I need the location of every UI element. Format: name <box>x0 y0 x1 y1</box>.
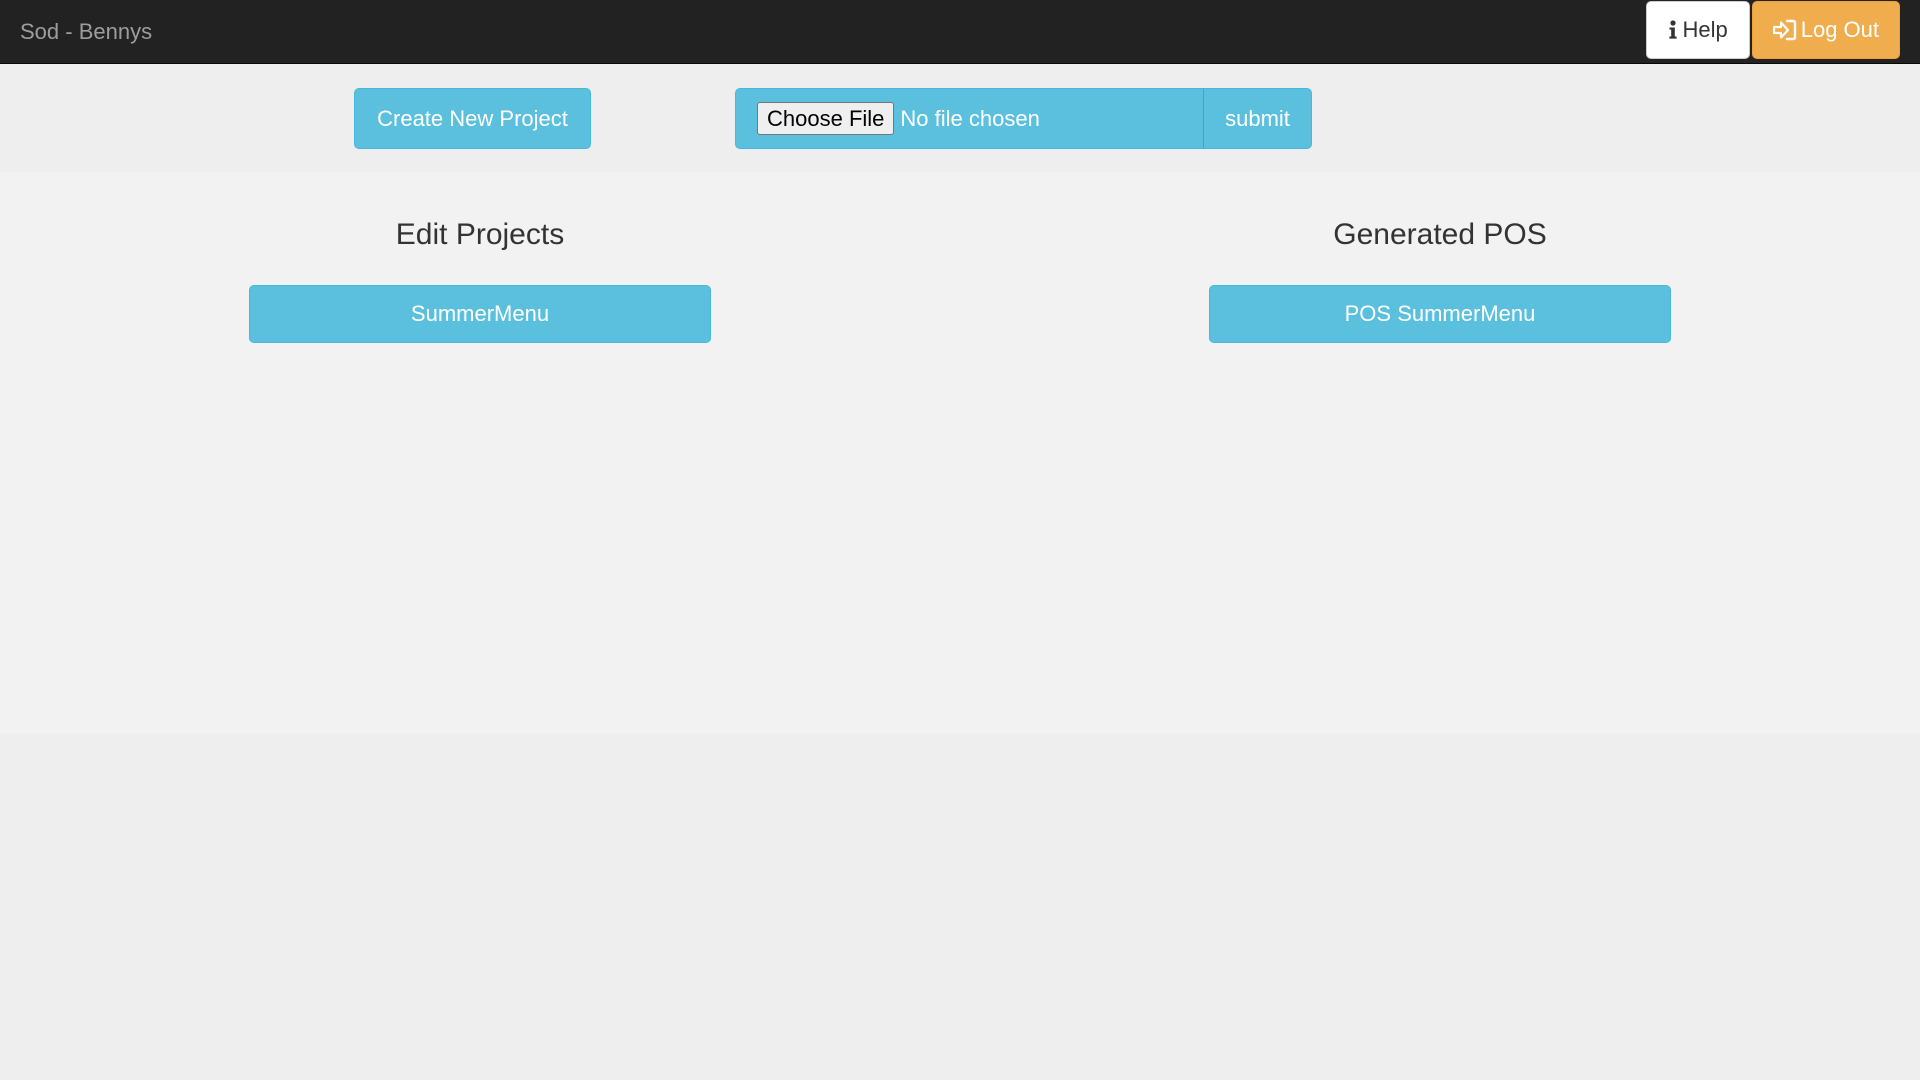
pos-button-summermenu[interactable]: POS SummerMenu <box>1209 285 1671 343</box>
logout-label: Log Out <box>1800 17 1879 42</box>
project-button-summermenu[interactable]: SummerMenu <box>249 285 711 343</box>
top-navbar: Sod - Bennys Help Log Out <box>0 0 1920 64</box>
generated-pos-title: Generated POS <box>1333 218 1547 251</box>
generated-pos-column: Generated POS POS SummerMenu <box>1209 172 1671 343</box>
create-new-project-button[interactable]: Create New Project <box>354 88 591 149</box>
file-status-text: No file chosen <box>900 105 1040 131</box>
project-toolbar: Create New Project Choose File No file c… <box>0 64 1920 172</box>
edit-projects-column: Edit Projects SummerMenu <box>249 172 711 343</box>
upload-form: Choose File No file chosen submit <box>735 88 1312 149</box>
submit-button[interactable]: submit <box>1203 88 1312 149</box>
app-brand[interactable]: Sod - Bennys <box>20 0 152 64</box>
help-button[interactable]: Help <box>1646 1 1750 59</box>
choose-file-button[interactable]: Choose File <box>757 102 895 135</box>
edit-projects-title: Edit Projects <box>395 218 565 251</box>
projects-panel: Edit Projects SummerMenu Generated POS P… <box>0 172 1920 733</box>
sign-in-icon <box>1772 19 1797 41</box>
help-label: Help <box>1682 17 1728 42</box>
file-input[interactable]: Choose File No file chosen <box>735 88 1203 149</box>
logout-button[interactable]: Log Out <box>1751 1 1900 59</box>
info-icon <box>1668 20 1678 40</box>
navbar-actions: Help Log Out <box>1646 1 1900 59</box>
